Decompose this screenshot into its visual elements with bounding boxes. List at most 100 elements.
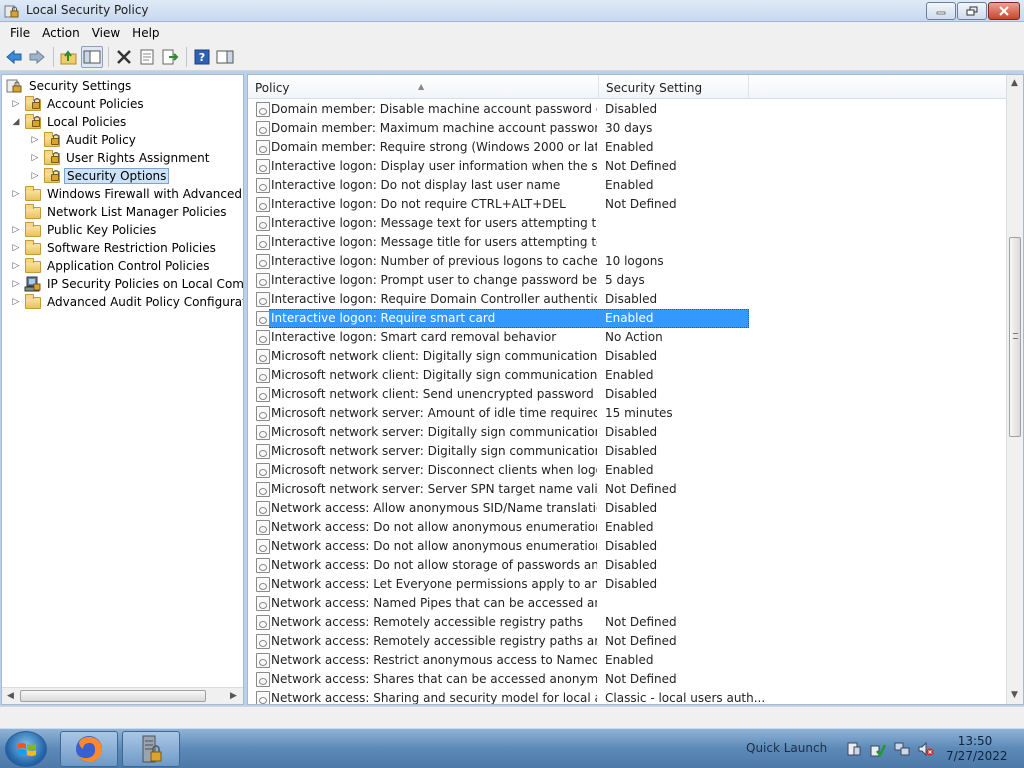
- policy-row[interactable]: Microsoft network client: Digitally sign…: [248, 366, 1006, 385]
- tree-item-software-restriction[interactable]: ▷ Software Restriction Policies: [10, 239, 218, 257]
- policy-row[interactable]: Interactive logon: Number of previous lo…: [248, 252, 1006, 271]
- scrollbar-thumb[interactable]: [1009, 237, 1021, 437]
- volume-muted-icon[interactable]: [918, 741, 934, 757]
- scroll-left-icon[interactable]: ◀: [7, 691, 14, 701]
- policy-setting-value: No Action: [605, 330, 663, 344]
- export-list-button[interactable]: [159, 46, 181, 68]
- security-check-icon[interactable]: [870, 741, 886, 757]
- policy-row[interactable]: Interactive logon: Message title for use…: [248, 233, 1006, 252]
- scroll-right-icon[interactable]: ▶: [230, 691, 237, 701]
- policy-row[interactable]: Microsoft network server: Digitally sign…: [248, 442, 1006, 461]
- policy-row[interactable]: Network access: Remotely accessible regi…: [248, 632, 1006, 651]
- properties-button[interactable]: [136, 46, 158, 68]
- policy-row[interactable]: Network access: Allow anonymous SID/Name…: [248, 499, 1006, 518]
- policy-name: Domain member: Disable machine account p…: [271, 102, 597, 116]
- tree-item-security-options[interactable]: ▷ Security Options: [29, 167, 170, 185]
- policy-row[interactable]: Interactive logon: Smart card removal be…: [248, 328, 1006, 347]
- scrollbar-thumb[interactable]: [20, 690, 206, 702]
- policy-row[interactable]: Network access: Do not allow anonymous e…: [248, 518, 1006, 537]
- close-button[interactable]: [988, 2, 1020, 20]
- menu-help[interactable]: Help: [126, 26, 165, 40]
- expand-arrow-icon[interactable]: ▷: [29, 170, 41, 182]
- folder-lock-icon: [43, 150, 61, 166]
- policy-row[interactable]: Microsoft network server: Digitally sign…: [248, 423, 1006, 442]
- expand-arrow-icon[interactable]: ▷: [29, 134, 41, 146]
- policy-row[interactable]: Network access: Restrict anonymous acces…: [248, 651, 1006, 670]
- expand-arrow-icon[interactable]: ▷: [29, 152, 41, 164]
- console-tree[interactable]: Security Settings ▷ Account Policies ◢ L…: [1, 74, 244, 705]
- minimize-button[interactable]: [926, 2, 956, 20]
- help-button[interactable]: ?: [191, 46, 213, 68]
- taskbar-firefox-button[interactable]: [60, 731, 118, 767]
- policy-setting-icon: [256, 615, 270, 630]
- expand-arrow-icon[interactable]: ▷: [10, 296, 22, 308]
- policy-row[interactable]: Network access: Do not allow storage of …: [248, 556, 1006, 575]
- tree-item-application-control[interactable]: ▷ Application Control Policies: [10, 257, 211, 275]
- tree-horizontal-scrollbar[interactable]: ◀ ▶: [2, 687, 243, 704]
- show-hide-console-tree-button[interactable]: [81, 45, 103, 68]
- taskbar-local-security-policy-button[interactable]: [122, 731, 180, 767]
- policy-row[interactable]: Microsoft network server: Disconnect cli…: [248, 461, 1006, 480]
- policy-setting-value: Not Defined: [605, 159, 677, 173]
- system-clock[interactable]: 13:50 7/27/2022: [946, 734, 1008, 764]
- expand-arrow-icon[interactable]: ▷: [10, 278, 22, 290]
- expand-arrow-icon[interactable]: ▷: [10, 242, 22, 254]
- tree-item-security-settings[interactable]: Security Settings: [4, 77, 133, 95]
- column-header-policy[interactable]: Policy ▲: [248, 75, 599, 99]
- policy-row[interactable]: Microsoft network server: Server SPN tar…: [248, 480, 1006, 499]
- tree-item-public-key-policies[interactable]: ▷ Public Key Policies: [10, 221, 158, 239]
- menu-bar: File Action View Help: [0, 22, 1024, 43]
- policy-row[interactable]: Interactive logon: Prompt user to change…: [248, 271, 1006, 290]
- policy-row[interactable]: Domain member: Maximum machine account p…: [248, 119, 1006, 138]
- menu-file[interactable]: File: [4, 26, 36, 40]
- policy-list[interactable]: Policy ▲ Security Setting Domain member:…: [247, 74, 1024, 705]
- policy-row[interactable]: Network access: Named Pipes that can be …: [248, 594, 1006, 613]
- tree-item-audit-policy[interactable]: ▷ Audit Policy: [29, 131, 138, 149]
- policy-row[interactable]: Interactive logon: Message text for user…: [248, 214, 1006, 233]
- scroll-down-icon[interactable]: ▼: [1011, 690, 1018, 700]
- menu-view[interactable]: View: [86, 26, 126, 40]
- policy-row[interactable]: Interactive logon: Do not require CTRL+A…: [248, 195, 1006, 214]
- policy-row[interactable]: Interactive logon: Display user informat…: [248, 157, 1006, 176]
- expand-arrow-icon[interactable]: ▷: [10, 188, 22, 200]
- up-one-level-button[interactable]: [58, 46, 80, 68]
- policy-row[interactable]: Network access: Remotely accessible regi…: [248, 613, 1006, 632]
- expand-arrow-icon[interactable]: ▷: [10, 260, 22, 272]
- policy-row[interactable]: Interactive logon: Require Domain Contro…: [248, 290, 1006, 309]
- column-header-security-setting[interactable]: Security Setting: [599, 75, 749, 99]
- tree-item-account-policies[interactable]: ▷ Account Policies: [10, 95, 146, 113]
- policy-row[interactable]: Network access: Do not allow anonymous e…: [248, 537, 1006, 556]
- back-button[interactable]: [3, 46, 25, 68]
- tree-item-user-rights-assignment[interactable]: ▷ User Rights Assignment: [29, 149, 211, 167]
- up-folder-icon: [60, 49, 77, 64]
- policy-row[interactable]: Microsoft network client: Digitally sign…: [248, 347, 1006, 366]
- policy-row[interactable]: Network access: Shares that can be acces…: [248, 670, 1006, 689]
- policy-row[interactable]: Microsoft network server: Amount of idle…: [248, 404, 1006, 423]
- policy-row[interactable]: Interactive logon: Require smart card Ena…: [248, 309, 1006, 328]
- tree-item-local-policies[interactable]: ◢ Local Policies: [10, 113, 128, 131]
- policy-row[interactable]: Domain member: Disable machine account p…: [248, 100, 1006, 119]
- delete-button[interactable]: [113, 46, 135, 68]
- policy-row[interactable]: Interactive logon: Do not display last u…: [248, 176, 1006, 195]
- quick-launch-label[interactable]: Quick Launch: [746, 741, 827, 755]
- expand-arrow-icon[interactable]: ▷: [10, 98, 22, 110]
- expand-arrow-icon[interactable]: ▷: [10, 224, 22, 236]
- list-vertical-scrollbar[interactable]: ▲ ▼: [1006, 75, 1023, 704]
- show-action-pane-button[interactable]: [214, 46, 236, 68]
- menu-action[interactable]: Action: [36, 26, 86, 40]
- tree-item-ip-security[interactable]: ▷ IP Security Policies on Local Compute: [10, 275, 243, 293]
- collapse-arrow-icon[interactable]: ◢: [10, 116, 22, 128]
- policy-row[interactable]: Domain member: Require strong (Windows 2…: [248, 138, 1006, 157]
- forward-button[interactable]: [26, 46, 48, 68]
- action-center-icon[interactable]: [846, 741, 862, 757]
- policy-row[interactable]: Network access: Let Everyone permissions…: [248, 575, 1006, 594]
- start-button[interactable]: [5, 731, 47, 767]
- tree-item-network-list-manager[interactable]: Network List Manager Policies: [10, 203, 229, 221]
- policy-row[interactable]: Network access: Sharing and security mod…: [248, 689, 1006, 704]
- policy-row[interactable]: Microsoft network client: Send unencrypt…: [248, 385, 1006, 404]
- scroll-up-icon[interactable]: ▲: [1011, 78, 1018, 88]
- tree-item-windows-firewall[interactable]: ▷ Windows Firewall with Advanced Secu: [10, 185, 243, 203]
- network-icon[interactable]: [894, 741, 910, 757]
- tree-item-advanced-audit[interactable]: ▷ Advanced Audit Policy Configuration: [10, 293, 243, 311]
- restore-button[interactable]: [957, 2, 987, 20]
